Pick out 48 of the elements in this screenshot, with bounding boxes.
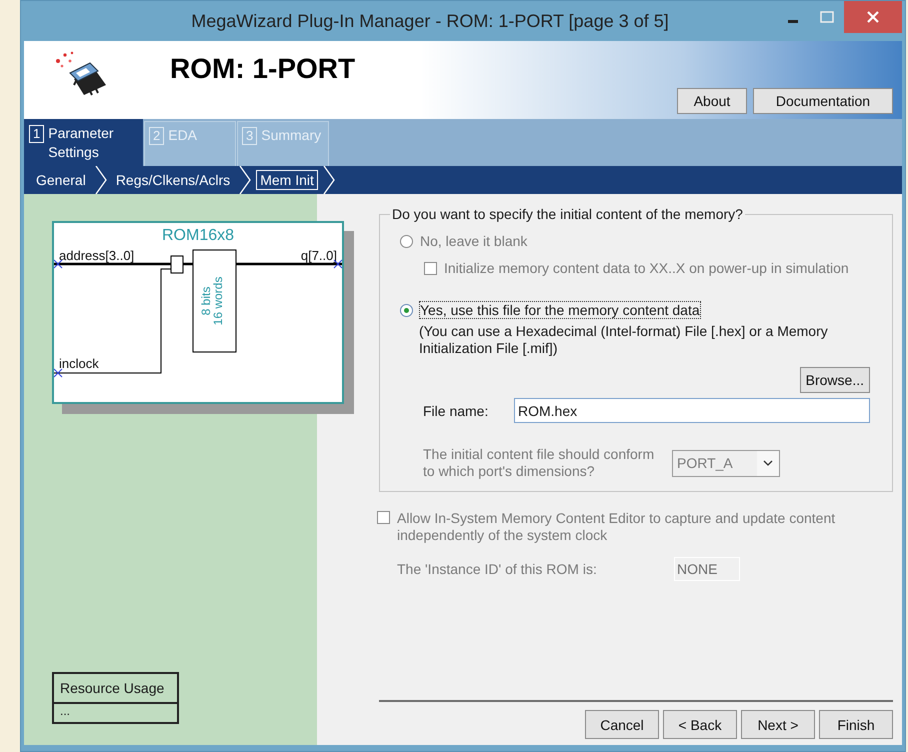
finish-button[interactable]: Finish (819, 710, 893, 739)
resource-usage-value: ... (59, 704, 72, 720)
radio-button[interactable] (400, 304, 413, 316)
radio-label: No, leave it blank (419, 232, 528, 250)
tab-number: 1 (29, 125, 44, 143)
tab-label: Parameter Settings (48, 124, 115, 162)
port-question-label: The initial content file should conform to which port's dimensions? (422, 445, 656, 481)
breadcrumb-link[interactable]: Mem Init (256, 170, 318, 190)
chevron-icon (238, 166, 252, 194)
port-marker-icon (54, 368, 62, 378)
tab-label: Summary (261, 126, 322, 145)
tab-number: 2 (149, 127, 164, 145)
next-button[interactable]: Next > (741, 710, 815, 739)
breadcrumb-link[interactable]: Regs/Clkens/Aclrs (112, 170, 234, 190)
close-icon (866, 10, 880, 24)
wizard-tab[interactable]: 1 Parameter Settings (24, 119, 143, 166)
back-button[interactable]: < Back (663, 710, 737, 739)
file-name-label: File name: (422, 402, 490, 420)
block-label: 16 words (211, 276, 225, 326)
port-label: inclock (59, 356, 99, 371)
instance-id-field: NONE (674, 557, 740, 581)
radio-label: Yes, use this file for the memory content data (419, 301, 701, 319)
port-label: q[7..0] (300, 248, 337, 263)
minimize-icon (788, 20, 798, 22)
breadcrumb-link[interactable]: General (32, 170, 90, 190)
instance-id-label: The 'Instance ID' of this ROM is: (396, 560, 598, 578)
register-symbol (170, 256, 184, 274)
file-name-field[interactable]: ROM.hex (514, 398, 870, 423)
cancel-button[interactable]: Cancel (585, 710, 659, 739)
resource-usage-title: Resource Usage (54, 674, 177, 704)
browse-button[interactable]: Browse... (800, 367, 870, 393)
checkbox-label: Initialize memory content data to XX..X on power-up in simulation (443, 259, 850, 277)
tab-label: EDA (168, 126, 198, 145)
group-legend: Do you want to specify the initial content of the memory? (390, 206, 745, 222)
port-label: address[3..0] (59, 248, 134, 263)
about-button[interactable]: About (677, 88, 747, 114)
tab-number: 3 (242, 127, 258, 145)
close-button[interactable] (844, 1, 902, 33)
file-format-note: (You can use a Hexadecimal (Intel-format) File [.hex] or a Memory Initialization File [.mif]) (419, 323, 829, 357)
block-label: 8 bits (199, 286, 213, 316)
diagram-title: ROM16x8 (162, 227, 234, 244)
chevron-icon (322, 166, 336, 194)
chevron-icon (94, 166, 108, 194)
page-title: ROM: 1-PORT (170, 53, 356, 85)
maximize-icon (820, 11, 834, 23)
documentation-button[interactable]: Documentation (753, 88, 893, 114)
checkbox-label: Allow In-System Memory Content Editor to capture and update content independently of the system clock (396, 509, 836, 545)
window-title: MegaWizard Plug-In Manager - ROM: 1-PORT [page 3 of 5] (190, 10, 670, 32)
